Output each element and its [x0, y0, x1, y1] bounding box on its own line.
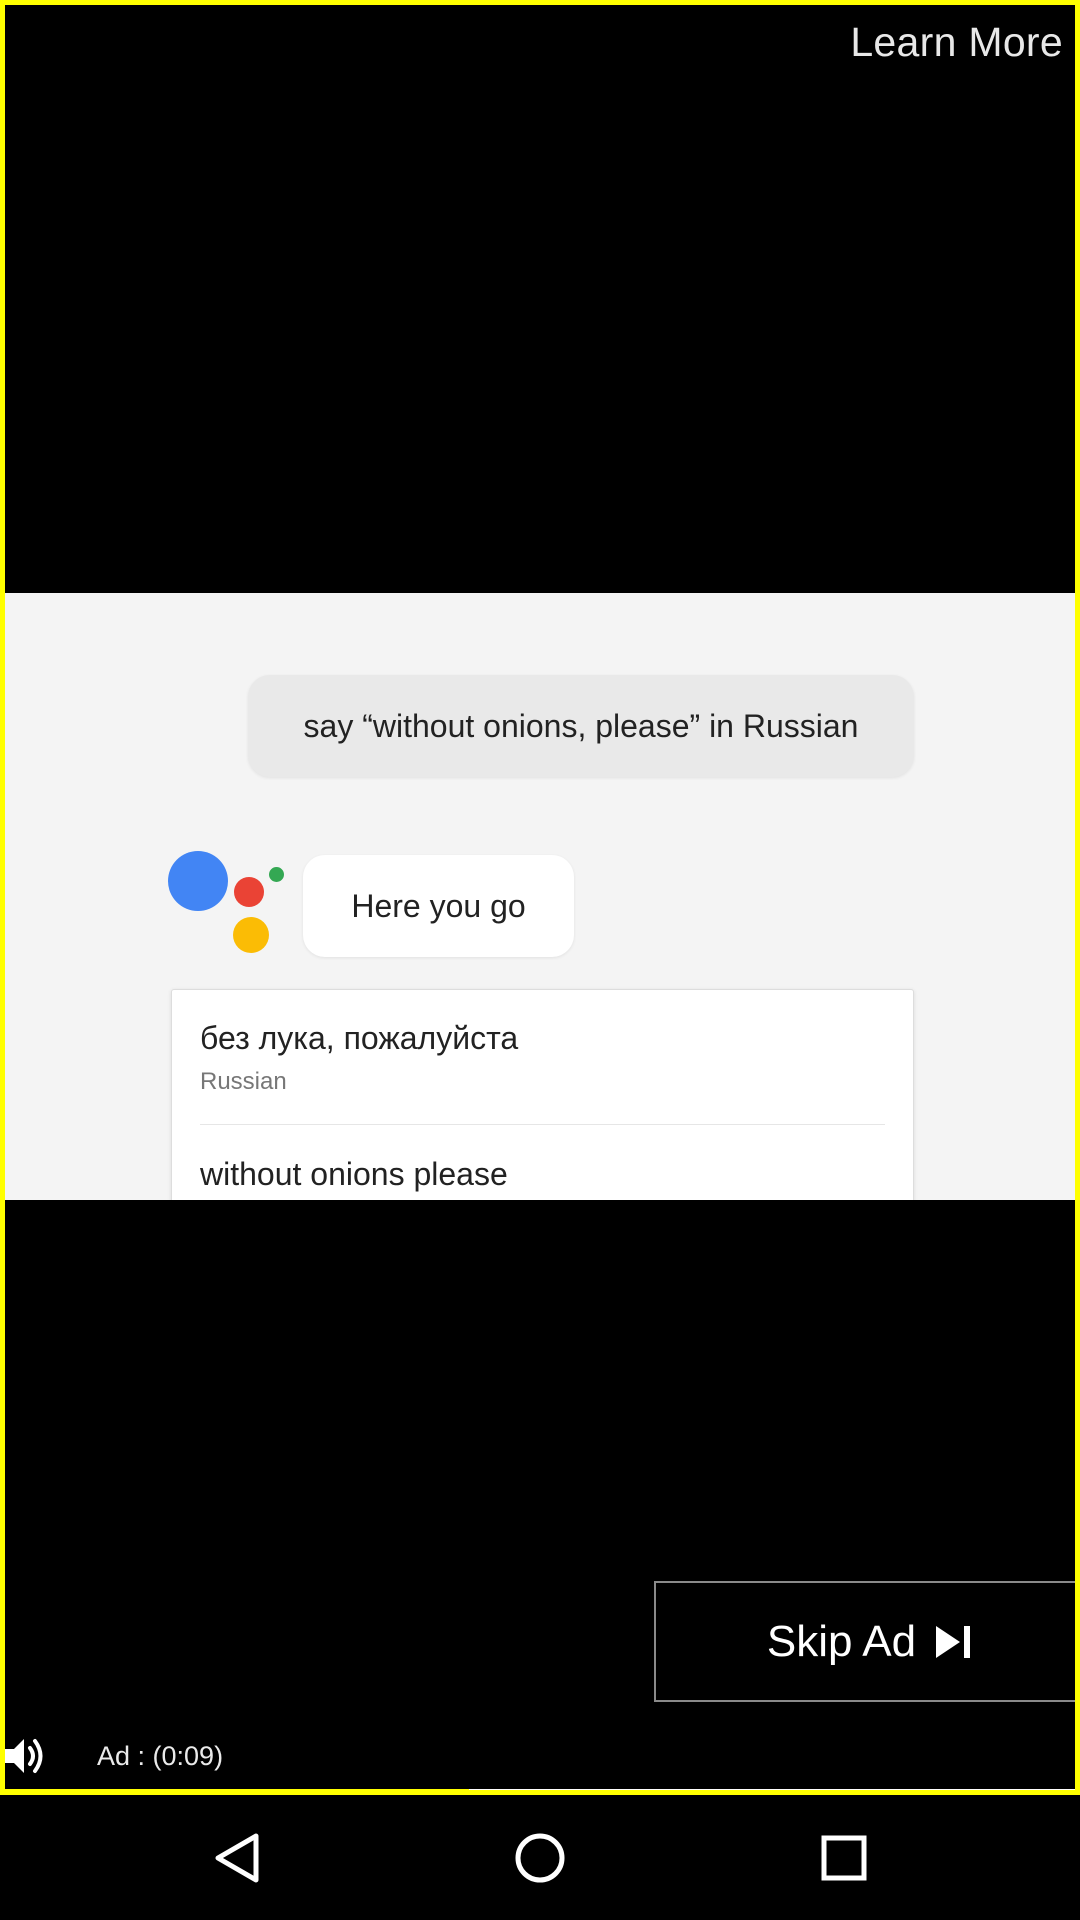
skip-ad-button[interactable]: Skip Ad	[654, 1581, 1075, 1702]
ad-progress-fill	[5, 1789, 470, 1790]
ad-countdown-timer: Ad : (0:09)	[97, 1741, 224, 1771]
nav-home-icon	[515, 1833, 565, 1883]
source-text: without onions please	[200, 1156, 508, 1192]
ad-video-content: say “without onions, please” in Russian …	[5, 593, 1075, 1200]
assistant-logo-green-dot	[269, 867, 284, 882]
translation-card: без лука, пожалуйста Russian without oni…	[171, 989, 914, 1200]
translated-text: без лука, пожалуйста	[200, 1020, 519, 1056]
assistant-logo-red-dot	[234, 877, 264, 907]
system-navigation-bar	[0, 1796, 1080, 1920]
nav-back-icon	[215, 1833, 259, 1883]
nav-recents-button[interactable]	[774, 1796, 914, 1920]
translation-language: Russian	[200, 1068, 287, 1095]
assistant-reply-bubble: Here you go	[303, 855, 574, 957]
video-ad-player[interactable]: Learn More say “without onions, please” …	[0, 0, 1080, 1795]
card-divider	[200, 1124, 885, 1125]
nav-home-button[interactable]	[470, 1796, 610, 1920]
speaker-volume-icon[interactable]	[5, 1735, 47, 1777]
google-assistant-logo	[168, 851, 288, 961]
nav-back-button[interactable]	[167, 1796, 307, 1920]
nav-recents-icon	[821, 1835, 867, 1881]
skip-next-icon	[936, 1625, 971, 1658]
ad-progress-bar	[5, 1789, 1075, 1790]
learn-more-link[interactable]: Learn More	[850, 19, 1063, 66]
assistant-logo-yellow-dot	[233, 917, 269, 953]
assistant-logo-blue-dot	[168, 851, 228, 911]
user-query-bubble: say “without onions, please” in Russian	[248, 675, 914, 777]
skip-ad-label: Skip Ad	[766, 1616, 917, 1666]
